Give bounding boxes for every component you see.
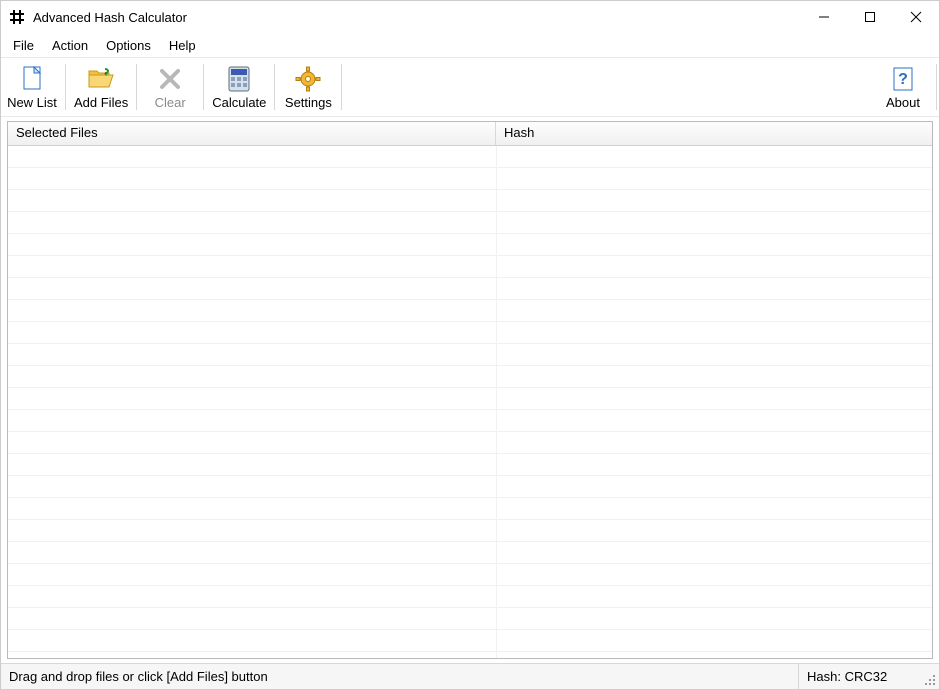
menubar: File Action Options Help [1,33,939,57]
table-row [8,388,932,410]
app-icon [9,9,25,25]
about-label: About [886,95,920,110]
clear-label: Clear [155,95,186,110]
menu-options[interactable]: Options [98,36,159,55]
calculate-button[interactable]: Calculate [206,60,272,114]
minimize-button[interactable] [801,1,847,33]
calculate-label: Calculate [212,95,266,110]
clear-x-icon [156,65,184,93]
status-hash-mode: Hash: CRC32 [799,664,919,689]
statusbar: Drag and drop files or click [Add Files]… [1,663,939,689]
window-controls [801,1,939,33]
file-table: Selected Files Hash [7,121,933,659]
column-header-selected-files[interactable]: Selected Files [8,122,496,145]
table-row [8,608,932,630]
toolbar-spacer [344,60,872,114]
add-files-button[interactable]: Add Files [68,60,134,114]
table-header: Selected Files Hash [8,122,932,146]
table-row [8,476,932,498]
table-row [8,278,932,300]
settings-button[interactable]: Settings [277,60,339,114]
folder-open-icon [87,65,115,93]
settings-label: Settings [285,95,332,110]
help-question-icon: ? [889,65,917,93]
table-row [8,212,932,234]
menu-help[interactable]: Help [161,36,204,55]
table-row [8,498,932,520]
table-row [8,256,932,278]
table-row [8,366,932,388]
table-row [8,454,932,476]
table-row [8,564,932,586]
window-title: Advanced Hash Calculator [33,10,801,25]
toolbar-separator [341,64,342,110]
table-row [8,190,932,212]
table-row [8,630,932,652]
table-row [8,432,932,454]
table-row [8,234,932,256]
table-row [8,542,932,564]
menu-file[interactable]: File [5,36,42,55]
about-button[interactable]: ? About [872,60,934,114]
toolbar-separator [203,64,204,110]
toolbar-separator [65,64,66,110]
close-button[interactable] [893,1,939,33]
table-row [8,344,932,366]
clear-button[interactable]: Clear [139,60,201,114]
new-list-button[interactable]: New List [1,60,63,114]
titlebar: Advanced Hash Calculator [1,1,939,33]
table-row [8,322,932,344]
table-row [8,520,932,542]
table-row [8,168,932,190]
toolbar-separator [936,64,937,110]
column-header-hash[interactable]: Hash [496,122,932,145]
new-list-icon [18,65,46,93]
toolbar-separator [136,64,137,110]
svg-text:?: ? [898,71,908,88]
add-files-label: Add Files [74,95,128,110]
table-row [8,300,932,322]
new-list-label: New List [7,95,57,110]
table-row [8,586,932,608]
toolbar: New List Add Files Clear [1,57,939,117]
status-hint: Drag and drop files or click [Add Files]… [1,664,799,689]
table-row [8,410,932,432]
column-divider[interactable] [496,146,497,658]
resize-grip[interactable] [919,664,939,689]
maximize-button[interactable] [847,1,893,33]
calculator-icon [225,65,253,93]
toolbar-separator [274,64,275,110]
table-body[interactable] [8,146,932,658]
menu-action[interactable]: Action [44,36,96,55]
table-row [8,146,932,168]
gear-icon [294,65,322,93]
